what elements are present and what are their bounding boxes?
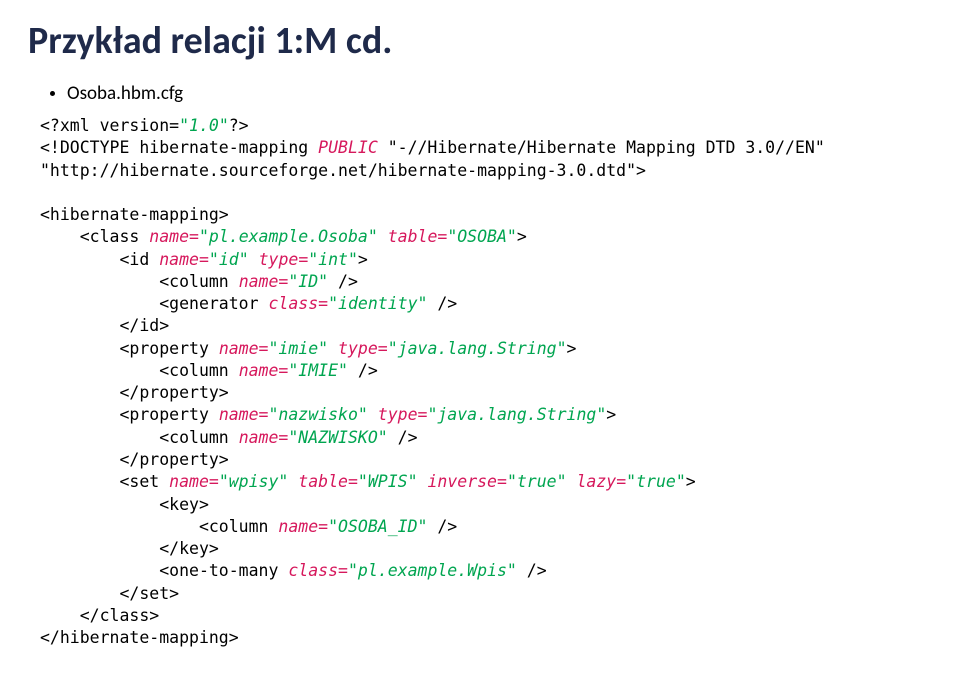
- code-line: </property>: [40, 382, 932, 404]
- code-line: <column name="NAZWISKO" />: [40, 427, 932, 449]
- code-block: <?xml version="1.0"?><!DOCTYPE hibernate…: [40, 115, 932, 649]
- code-line: <id name="id" type="int">: [40, 249, 932, 271]
- code-line: <!DOCTYPE hibernate-mapping PUBLIC "-//H…: [40, 137, 932, 159]
- code-line: <set name="wpisy" table="WPIS" inverse="…: [40, 471, 932, 493]
- code-line: [40, 182, 932, 204]
- code-line: <column name="IMIE" />: [40, 360, 932, 382]
- code-line: <one-to-many class="pl.example.Wpis" />: [40, 560, 932, 582]
- slide-title: Przykład relacji 1:M cd.: [28, 18, 932, 64]
- code-line: </key>: [40, 538, 932, 560]
- code-line: <?xml version="1.0"?>: [40, 115, 932, 137]
- code-line: <class name="pl.example.Osoba" table="OS…: [40, 226, 932, 248]
- code-line: <column name="ID" />: [40, 271, 932, 293]
- code-line: <generator class="identity" />: [40, 293, 932, 315]
- code-line: </set>: [40, 583, 932, 605]
- code-line: <key>: [40, 494, 932, 516]
- code-line: <hibernate-mapping>: [40, 204, 932, 226]
- filename-line: Osoba.hbm.cfg: [50, 82, 932, 105]
- code-line: </id>: [40, 315, 932, 337]
- code-line: "http://hibernate.sourceforge.net/hibern…: [40, 160, 932, 182]
- code-line: <property name="imie" type="java.lang.St…: [40, 338, 932, 360]
- code-line: </property>: [40, 449, 932, 471]
- filename-label: Osoba.hbm.cfg: [67, 82, 183, 105]
- code-line: <column name="OSOBA_ID" />: [40, 516, 932, 538]
- code-line: </hibernate-mapping>: [40, 627, 932, 649]
- bullet-icon: [50, 91, 55, 96]
- code-line: <property name="nazwisko" type="java.lan…: [40, 404, 932, 426]
- code-line: </class>: [40, 605, 932, 627]
